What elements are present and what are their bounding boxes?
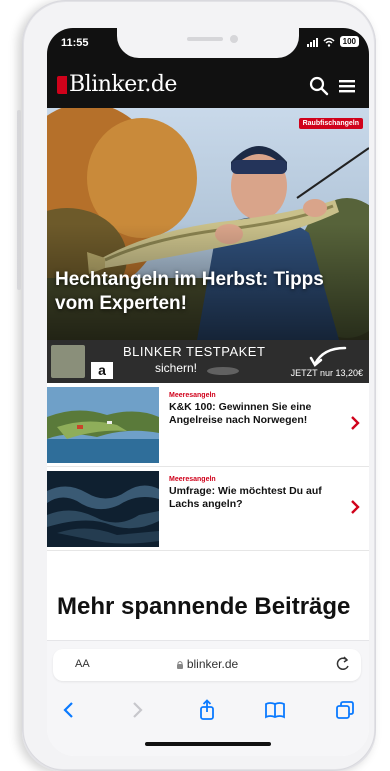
article-thumbnail [47,387,159,463]
lock-icon [176,661,183,669]
chevron-right-icon[interactable] [125,698,149,722]
section-heading: Mehr spannende Beiträge [57,593,351,620]
status-bar: 11:55 100 [47,28,369,64]
article-category: Meeresangeln [169,392,216,399]
tabs-icon[interactable] [333,698,357,722]
page-edge [17,110,21,290]
notch [117,28,299,58]
site-header: Blinker.de [47,64,369,108]
article-title: Umfrage: Wie möchtest Du auf Lachs angel… [169,485,322,510]
url-domain: blinker.de [186,657,239,671]
fish-icon [207,367,239,375]
site-logo[interactable]: Blinker.de [57,72,177,97]
hero-title[interactable]: Hechtangeln im Herbst: Tipps vom Experte… [55,268,355,316]
status-indicators: 100 [306,36,359,47]
reload-icon[interactable] [335,655,351,673]
home-indicator[interactable] [145,742,271,746]
amazon-icon: a [91,362,113,379]
hero-article[interactable]: Raubfischangeln Hechtangeln im Herbst: T… [47,108,369,340]
camera [230,35,238,43]
ad-price: JETZT nur 13,20€ [290,368,363,378]
search-icon[interactable] [309,76,329,96]
ad-subline: sichern! [155,361,198,375]
article-card[interactable]: Meeresangeln Umfrage: Wie möchtest Du au… [47,471,369,551]
status-time: 11:55 [61,37,89,49]
chevron-right-icon[interactable] [349,499,361,515]
book-icon[interactable] [263,698,287,722]
phone-screen: 11:55 100 Blinker.de Raubfischangeln Hec… [47,28,369,756]
ad-banner[interactable]: a BLINKER TESTPAKET sichern! JETZT nur 1… [47,340,369,383]
ad-headline: BLINKER TESTPAKET [123,344,266,359]
chevron-left-icon[interactable] [57,698,81,722]
category-badge[interactable]: Raubfischangeln [298,118,363,129]
logo-mark-icon [57,75,67,94]
logo-text: Blinker.de [69,72,177,97]
article-title: K&K 100: Gewinnen Sie eine Angelreise na… [169,401,312,426]
battery-icon: 100 [339,36,359,47]
browser-toolbar [47,690,369,756]
article-card[interactable]: Meeresangeln K&K 100: Gewinnen Sie eine … [47,387,369,467]
hamburger-menu-icon[interactable] [337,76,357,96]
article-thumbnail [47,471,159,547]
ad-product-image [51,345,85,378]
chevron-right-icon[interactable] [349,415,361,431]
signal-icon [306,37,318,47]
address-bar: AA blinker.de [47,640,369,690]
wifi-icon [323,37,335,47]
url-field[interactable]: AA blinker.de [53,649,361,681]
speaker [187,37,223,41]
url-text: blinker.de [53,657,361,671]
share-icon[interactable] [195,698,219,722]
curved-arrow-icon [309,346,347,367]
article-category: Meeresangeln [169,476,216,483]
